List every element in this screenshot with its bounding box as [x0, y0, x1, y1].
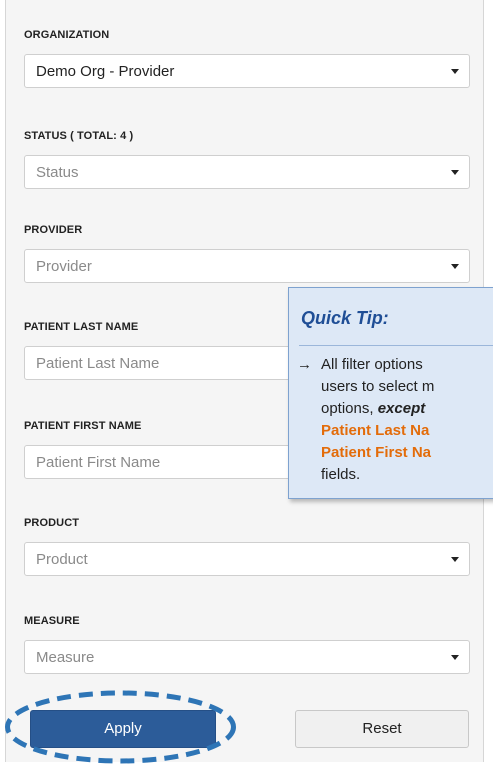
reset-button[interactable]: Reset	[295, 710, 469, 748]
measure-select[interactable]: Measure	[24, 640, 470, 674]
tip-line-6: fields.	[321, 466, 361, 483]
chevron-down-icon	[451, 655, 459, 660]
product-label: PRODUCT	[24, 517, 80, 529]
quick-tip-callout: Quick Tip: → All filter options users to …	[288, 287, 493, 499]
patient-first-name-placeholder: Patient First Name	[36, 454, 161, 471]
product-placeholder: Product	[36, 551, 88, 568]
chevron-down-icon	[451, 557, 459, 562]
status-placeholder: Status	[36, 164, 79, 181]
tip-line-3b: except	[377, 400, 426, 417]
quick-tip-body: → All filter options users to select m op…	[297, 354, 493, 486]
organization-value: Demo Org - Provider	[36, 63, 175, 80]
organization-label: ORGANIZATION	[24, 29, 110, 41]
status-label: STATUS ( TOTAL: 4 )	[24, 130, 134, 142]
product-select[interactable]: Product	[24, 542, 470, 576]
measure-label: MEASURE	[24, 615, 80, 627]
tip-line-5: Patient First Na	[321, 444, 432, 461]
tip-line-1: All filter options	[321, 356, 423, 373]
chevron-down-icon	[451, 264, 459, 269]
apply-highlight-ring	[5, 690, 236, 764]
patient-last-name-label: PATIENT LAST NAME	[24, 321, 139, 333]
chevron-down-icon	[451, 69, 459, 74]
tip-line-3a: options,	[321, 400, 378, 417]
provider-placeholder: Provider	[36, 258, 92, 275]
arrow-right-icon: →	[297, 356, 312, 373]
organization-select[interactable]: Demo Org - Provider	[24, 54, 470, 88]
provider-select[interactable]: Provider	[24, 249, 470, 283]
patient-first-name-label: PATIENT FIRST NAME	[24, 420, 142, 432]
measure-placeholder: Measure	[36, 649, 95, 666]
status-select[interactable]: Status	[24, 155, 470, 189]
tip-line-4: Patient Last Na	[321, 422, 430, 439]
provider-label: PROVIDER	[24, 224, 83, 236]
tip-line-2: users to select m	[321, 378, 435, 395]
quick-tip-divider	[299, 345, 493, 346]
quick-tip-title: Quick Tip:	[301, 308, 389, 328]
patient-last-name-placeholder: Patient Last Name	[36, 355, 160, 372]
chevron-down-icon	[451, 170, 459, 175]
